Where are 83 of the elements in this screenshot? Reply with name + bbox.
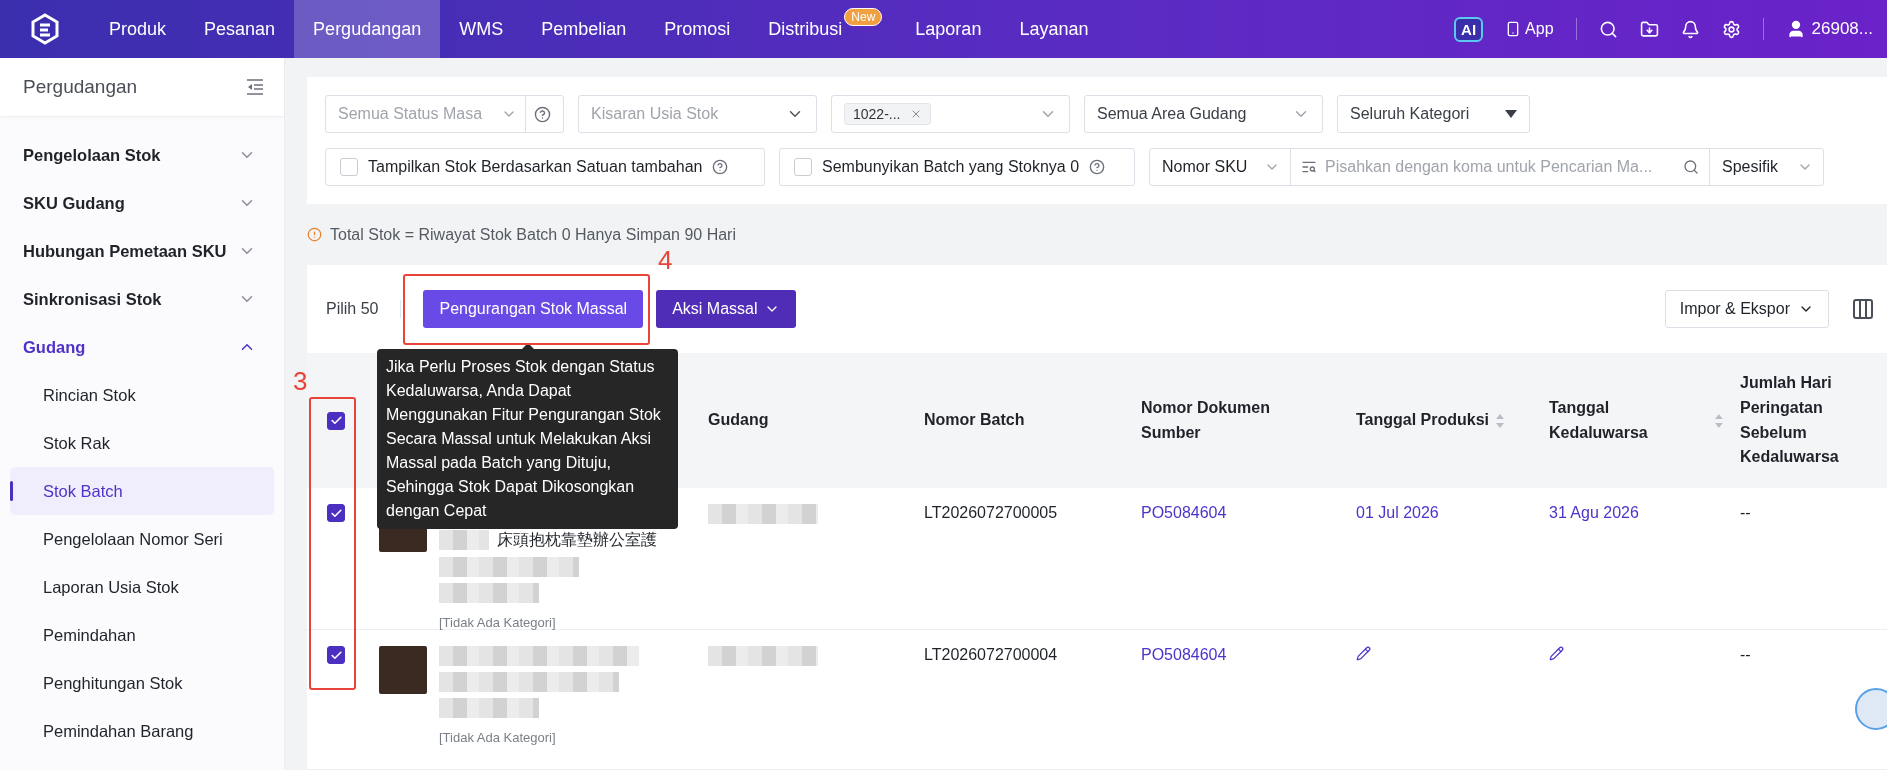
edit-icon[interactable] (1549, 646, 1564, 661)
filter-tag: 1022-... (844, 103, 932, 125)
settings-icon[interactable] (1721, 19, 1741, 39)
nav-tab[interactable]: Layanan (1000, 0, 1108, 58)
checkbox[interactable] (340, 158, 358, 176)
sidebar-item[interactable]: Stok Batch (10, 467, 274, 515)
app-link[interactable]: App (1505, 20, 1554, 38)
stock-note: Total Stok = Riwayat Stok Batch 0 Hanya Simpan 90 Hari (330, 225, 736, 244)
product-name: 床頭抱枕靠墊辦公室護 (497, 530, 657, 550)
bulk-action-button[interactable]: Aksi Massal (656, 290, 796, 328)
sidebar-group[interactable]: Gudang (10, 323, 274, 371)
column-header: Gudang (708, 410, 769, 431)
search-icon[interactable] (1598, 19, 1618, 39)
sidebar-group[interactable]: SKU Gudang (10, 179, 274, 227)
edit-icon[interactable] (1356, 646, 1371, 661)
category-label: [Tidak Ada Kategori] (439, 615, 557, 630)
help-icon[interactable] (534, 105, 551, 123)
notification-icon[interactable] (1680, 19, 1700, 39)
column-header: Jumlah Hari Peringatan Sebelum Kedaluwarsa (1740, 372, 1840, 468)
blurred-text (439, 530, 489, 550)
row-checkbox[interactable] (327, 504, 345, 522)
filter-checkbox[interactable]: Sembunyikan Batch yang Stoknya 0 (779, 148, 1135, 186)
sidebar-group[interactable]: Hubungan Pemetaan SKU (10, 227, 274, 275)
expiry-date-link[interactable]: 31 Agu 2026 (1549, 504, 1724, 522)
nav-tab[interactable]: Pembelian (522, 0, 646, 58)
product-photo-placeholder (379, 646, 427, 694)
help-icon[interactable] (712, 159, 729, 175)
logo-icon[interactable] (29, 13, 61, 45)
annotation-number: 4 (658, 245, 673, 276)
nav-tab[interactable]: Pergudangan (294, 0, 441, 58)
source-document-link[interactable]: PO5084604 (1141, 504, 1340, 522)
tag-select[interactable]: 1022-... (831, 95, 1070, 133)
ai-button[interactable]: AI (1454, 16, 1484, 42)
check-icon (329, 648, 343, 662)
category-label: [Tidak Ada Kategori] (439, 730, 557, 745)
column-header: Nomor Dokumen Sumber (1141, 397, 1271, 443)
row-checkbox[interactable] (327, 646, 345, 664)
nav-tab[interactable]: Laporan (896, 0, 1001, 58)
checkbox-label: Tampilkan Stok Berdasarkan Satuan tambahan (368, 158, 703, 176)
category-select[interactable]: Seluruh Kategori (1337, 95, 1530, 133)
columns-icon[interactable] (1851, 297, 1875, 321)
nav-tab[interactable]: Distribusi (749, 0, 845, 58)
select-all-checkbox[interactable] (327, 411, 345, 430)
collapse-menu-icon[interactable] (246, 79, 264, 95)
filter-select[interactable]: Semua Area Gudang (1084, 95, 1323, 133)
nav-tab[interactable]: Pesanan (185, 0, 295, 58)
selected-count: Pilih 50 (326, 300, 402, 318)
column-header: Tanggal Kedaluwarsa (1549, 397, 1649, 443)
column-header: Tanggal Produksi (1356, 410, 1490, 431)
checkbox[interactable] (794, 158, 812, 176)
source-document-link[interactable]: PO5084604 (1141, 646, 1340, 664)
annotation-number: 3 (293, 366, 308, 397)
bulk-reduce-button[interactable]: Pengurangan Stok Massal (423, 290, 644, 328)
warning-days: -- (1740, 504, 1879, 522)
caret-down-icon (1505, 110, 1517, 118)
sidebar-item[interactable]: Rincian Stok (10, 371, 274, 419)
import-export-button[interactable]: Impor & Ekspor (1664, 290, 1829, 328)
check-icon (329, 506, 343, 520)
filter-checkbox[interactable]: Tampilkan Stok Berdasarkan Satuan tambahan (325, 148, 765, 186)
warning-days: -- (1740, 646, 1879, 664)
warning-icon (307, 227, 322, 242)
sidebar-item[interactable]: Laporan Usia Stok (10, 563, 274, 611)
sidebar-item[interactable]: Penghitungan Stok (10, 659, 274, 707)
sidebar-title: Pergudangan (23, 76, 138, 98)
sidebar-group[interactable]: Pengelolaan Stok (10, 131, 274, 179)
batch-number: LT2026072700004 (924, 646, 1059, 664)
sidebar-group[interactable]: Sinkronisasi Stok (10, 275, 274, 323)
new-badge: New (844, 8, 883, 26)
checkbox-label: Sembunyikan Batch yang Stoknya 0 (822, 158, 1080, 176)
folder-download-icon[interactable] (1639, 19, 1659, 39)
batch-number: LT2026072700005 (924, 504, 1059, 522)
nav-tab[interactable]: WMS (440, 0, 523, 58)
production-date-link[interactable]: 01 Jul 2026 (1356, 504, 1533, 522)
nav-tab[interactable]: Produk (90, 0, 186, 58)
check-icon (329, 414, 343, 427)
nav-tab[interactable]: Promosi (645, 0, 750, 58)
sidebar-item[interactable]: Pemindahan Barang (10, 707, 274, 755)
user-menu[interactable]: 26908... (1785, 19, 1873, 39)
sidebar-item[interactable]: Stok Rak (10, 419, 274, 467)
help-icon[interactable] (1089, 159, 1106, 175)
sidebar-item[interactable]: Pemindahan (10, 611, 274, 659)
column-header: Nomor Batch (924, 410, 1025, 431)
sidebar-item[interactable]: Pengelolaan Nomor Seri (10, 515, 274, 563)
